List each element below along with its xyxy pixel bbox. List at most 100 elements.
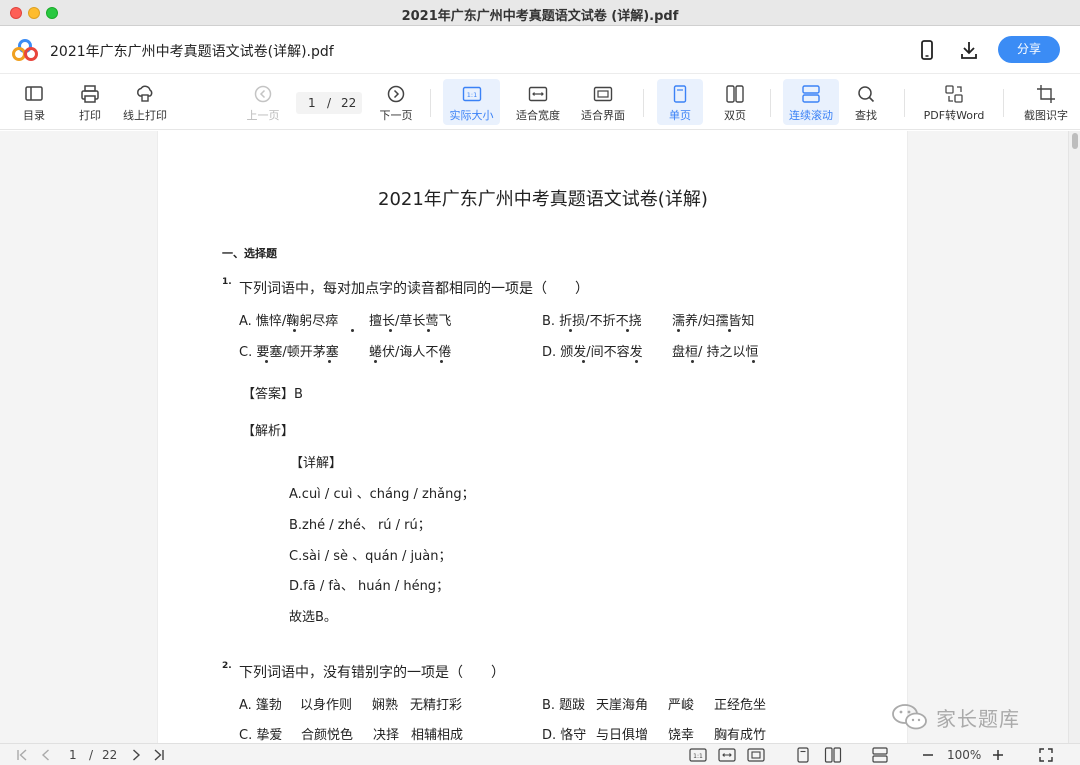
- total-pages-value: 22: [341, 96, 357, 110]
- analysis-heading: 【解析】: [242, 424, 295, 439]
- option-a-word: A. 篷勃: [239, 698, 282, 713]
- toc-label: 目录: [23, 109, 45, 122]
- status-current-page[interactable]: 1: [69, 748, 77, 762]
- question-number: 1.: [222, 277, 232, 287]
- emphasis-dot: [691, 360, 694, 363]
- print-button[interactable]: 打印: [70, 79, 110, 125]
- detail-line-b: B.zhé / zhé、 rú / rú；: [289, 518, 431, 533]
- emphasis-dot: [752, 360, 755, 363]
- actual-size-icon: 1:1: [462, 86, 481, 102]
- mobile-device-icon[interactable]: [915, 38, 939, 62]
- first-page-icon[interactable]: [15, 747, 29, 763]
- next-page-label: 下一页: [379, 109, 413, 122]
- option-c-word: 合颜悦色: [301, 728, 354, 743]
- detail-line-a: A.cuì / cuì 、cháng / zhǎng；: [289, 487, 475, 502]
- status-bar: 1 / 22 1:1 100%: [0, 743, 1080, 765]
- single-page-label: 单页: [669, 109, 691, 122]
- option-b-part1: B. 折损/不折不挠: [542, 314, 642, 329]
- double-page-button[interactable]: 双页: [714, 79, 756, 125]
- option-b-word: B. 题跋: [542, 698, 586, 713]
- double-page-icon: [726, 85, 744, 103]
- toolbar-divider: [904, 89, 905, 117]
- option-d-word: 与日俱增: [596, 728, 649, 743]
- emphasis-dot: [328, 360, 331, 363]
- emphasis-dot: [374, 360, 377, 363]
- fit-page-icon[interactable]: [747, 747, 765, 763]
- chevron-left-circle-icon: [254, 85, 272, 103]
- prev-page-button[interactable]: 上一页: [243, 79, 283, 125]
- printer-icon: [81, 85, 99, 103]
- fit-width-icon[interactable]: [718, 747, 736, 763]
- emphasis-dot: [427, 329, 430, 332]
- single-page-icon: [673, 85, 687, 103]
- toolbar-divider: [1003, 89, 1004, 117]
- app-logo-icon: [12, 39, 38, 61]
- option-d-part1: D. 颁发/间不容发: [542, 345, 643, 360]
- viewer-toolbar: 目录 打印 线上打印 上一页 1 / 22 下一页 1:1 实际大小 适合宽度 …: [0, 75, 1080, 130]
- zoom-level[interactable]: 100%: [947, 748, 981, 762]
- double-page-icon[interactable]: [824, 747, 842, 763]
- emphasis-dot: [626, 329, 629, 332]
- fit-page-button[interactable]: 适合界面: [577, 79, 629, 125]
- scrollbar-thumb[interactable]: [1072, 133, 1078, 149]
- actual-size-button[interactable]: 1:1 实际大小: [443, 79, 500, 125]
- option-a-word: 以身作则: [300, 698, 353, 713]
- option-a-part1: A. 憔悴/鞠躬尽瘁: [239, 314, 339, 329]
- share-button[interactable]: 分享: [998, 36, 1060, 63]
- toc-button[interactable]: 目录: [14, 79, 54, 125]
- emphasis-dot: [635, 360, 638, 363]
- option-a-part2: 擅长/草长莺飞: [369, 314, 452, 329]
- pdf-to-word-label: PDF转Word: [923, 109, 985, 122]
- status-actual-size-icon-text: 1:1: [693, 753, 703, 760]
- app-header: 2021年广东广州中考真题语文试卷(详解).pdf 分享: [0, 26, 1080, 74]
- toc-icon: [25, 86, 43, 101]
- find-label: 查找: [855, 109, 877, 122]
- online-print-button[interactable]: 线上打印: [118, 79, 172, 125]
- question-stem: 下列词语中，没有错别字的一项是（ ）: [239, 665, 505, 681]
- window-title: 2021年广东广州中考真题语文试卷 (详解).pdf: [401, 9, 679, 24]
- option-c-word: C. 挚爱: [239, 728, 283, 743]
- zoom-in-icon[interactable]: [991, 747, 1005, 763]
- emphasis-dot: [569, 329, 572, 332]
- continuous-scroll-button[interactable]: 连续滚动: [783, 79, 839, 125]
- detail-line-d: D.fā / fà、 huán / héng；: [289, 579, 450, 594]
- status-page-separator: /: [89, 748, 94, 762]
- fit-page-label: 适合界面: [581, 109, 625, 122]
- online-print-label: 线上打印: [123, 109, 167, 122]
- continuous-scroll-icon[interactable]: [871, 747, 889, 763]
- last-page-icon[interactable]: [152, 747, 166, 763]
- continuous-scroll-label: 连续滚动: [789, 109, 833, 122]
- fullscreen-icon[interactable]: [1038, 747, 1054, 763]
- option-a-word: 无精打彩: [410, 698, 463, 713]
- print-label: 打印: [79, 109, 101, 122]
- detail-heading: 【详解】: [290, 456, 343, 471]
- single-page-icon[interactable]: [795, 747, 811, 763]
- emphasis-dot: [440, 360, 443, 363]
- actual-size-icon[interactable]: 1:1: [689, 747, 707, 763]
- vertical-scrollbar[interactable]: [1068, 131, 1080, 743]
- next-page-icon[interactable]: [129, 747, 143, 763]
- option-b-word: 严峻: [668, 698, 695, 713]
- fit-width-button[interactable]: 适合宽度: [512, 79, 564, 125]
- document-viewport[interactable]: 2021年广东广州中考真题语文试卷(详解) 一、选择题 1. 下列词语中，每对加…: [0, 131, 1080, 743]
- next-page-button[interactable]: 下一页: [376, 79, 416, 125]
- double-page-label: 双页: [724, 109, 746, 122]
- emphasis-dot: [351, 329, 354, 332]
- emphasis-dot: [728, 329, 731, 332]
- continuous-scroll-icon: [802, 85, 820, 103]
- option-c-part1: C. 要塞/顿开茅塞: [239, 345, 339, 360]
- pdf-to-word-button[interactable]: PDF转Word: [918, 79, 990, 125]
- option-d-word: 胸有成竹: [714, 728, 767, 743]
- find-button[interactable]: 查找: [846, 79, 886, 125]
- ocr-button[interactable]: 截图识字: [1016, 79, 1076, 125]
- pdf-page: 2021年广东广州中考真题语文试卷(详解) 一、选择题 1. 下列词语中，每对加…: [157, 131, 908, 743]
- single-page-button[interactable]: 单页: [657, 79, 703, 125]
- prev-page-label: 上一页: [246, 109, 280, 122]
- fit-page-icon: [593, 86, 613, 102]
- zoom-out-icon[interactable]: [921, 747, 935, 763]
- option-d-word: D. 恪守: [542, 728, 587, 743]
- chevron-right-circle-icon: [387, 85, 405, 103]
- page-number-input[interactable]: 1 / 22: [296, 92, 362, 114]
- download-icon[interactable]: [957, 38, 981, 62]
- prev-page-icon[interactable]: [39, 747, 53, 763]
